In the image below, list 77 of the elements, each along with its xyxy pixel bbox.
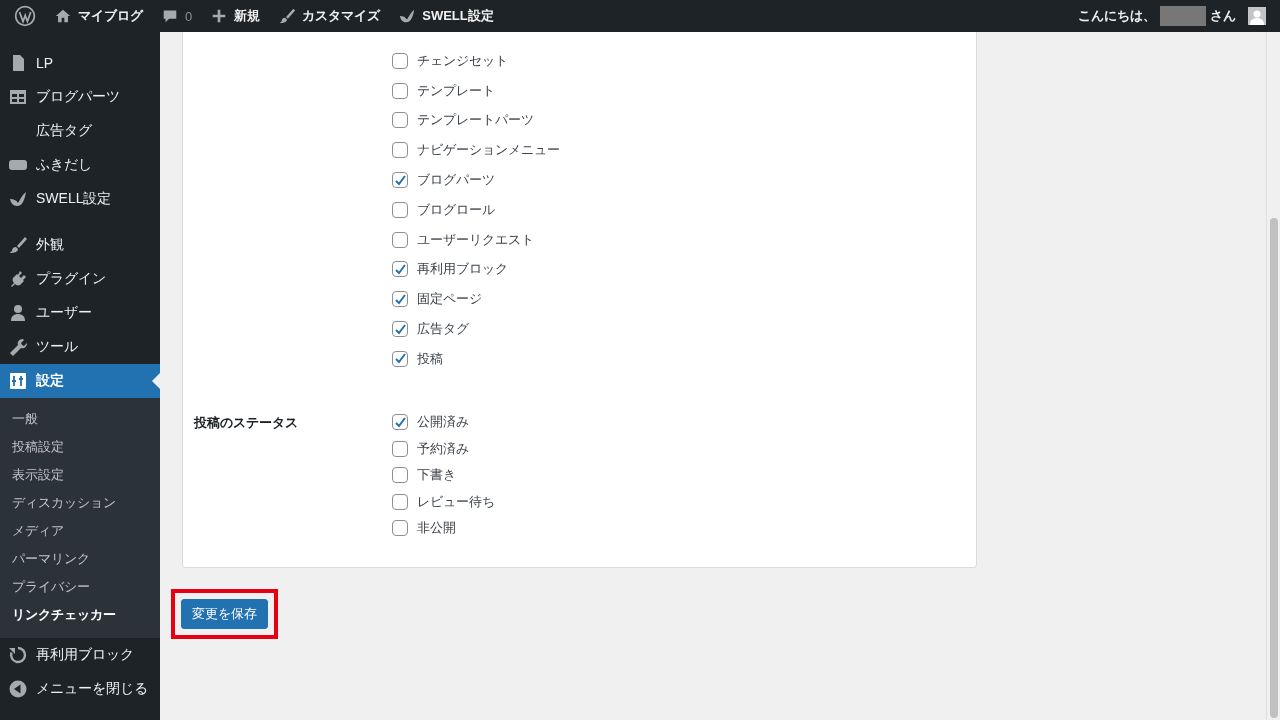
checkbox[interactable] [392, 414, 408, 430]
sidebar-item[interactable]: プラグイン [0, 262, 160, 296]
sidebar-item[interactable]: LP [0, 46, 160, 80]
submenu-item[interactable]: 表示設定 [0, 461, 160, 489]
sidebar-item[interactable]: メニューを閉じる [0, 672, 160, 706]
checkbox[interactable] [392, 172, 408, 189]
checkbox[interactable] [392, 52, 408, 69]
checkbox-label: チェンジセット [417, 51, 508, 70]
checkbox[interactable] [392, 350, 408, 367]
sidebar-item[interactable]: ツール [0, 330, 160, 364]
submenu-item[interactable]: 一般 [0, 405, 160, 433]
wrench-icon [8, 337, 28, 357]
submenu-item[interactable]: プライバシー [0, 573, 160, 601]
sidebar-item[interactable]: SWELL設定 [0, 182, 160, 216]
current-pointer-icon [152, 373, 160, 389]
greeting-suffix: さん [1210, 7, 1236, 25]
table-icon [8, 87, 28, 107]
checkbox-label: 下書き [417, 466, 456, 484]
checkbox[interactable] [392, 467, 408, 483]
leaf-icon [398, 7, 417, 25]
checkbox-label: 非公開 [417, 519, 456, 537]
brush-icon [278, 7, 297, 25]
sliders-icon [8, 371, 28, 391]
checkbox[interactable] [392, 493, 408, 510]
submenu-item[interactable]: リンクチェッカー [0, 601, 160, 629]
checkbox[interactable] [392, 261, 408, 278]
submenu-item[interactable]: ディスカッション [0, 489, 160, 517]
checkbox-label: 固定ページ [417, 290, 482, 309]
sidebar-item[interactable]: 広告タグ [0, 114, 160, 148]
setting-label: 投稿のステータス [194, 414, 298, 430]
submenu-item[interactable]: メディア [0, 517, 160, 545]
sidebar-item[interactable]: 再利用ブロック [0, 638, 160, 672]
redacted-name-block [1160, 6, 1206, 26]
checkbox-label: テンプレートパーツ [417, 111, 534, 130]
sidebar-item[interactable]: ユーザー [0, 296, 160, 330]
checkbox-label: 公開済み [417, 413, 469, 431]
checkbox-label: 再利用ブロック [417, 260, 508, 279]
checkbox[interactable] [392, 321, 408, 338]
submenu-item[interactable]: パーマリンク [0, 545, 160, 573]
toolbar-link[interactable]: SWELL設定 [390, 0, 504, 32]
checkbox[interactable] [392, 231, 408, 248]
toolbar-link[interactable]: 新規 [202, 0, 271, 32]
sidebar-item[interactable]: 外観 [0, 228, 160, 262]
checkbox[interactable] [392, 520, 408, 536]
brush-icon [8, 235, 28, 255]
checkbox-label: 予約済み [417, 439, 469, 458]
avatar-icon[interactable] [1248, 7, 1266, 25]
wordpress-logo-icon [14, 5, 36, 27]
checkbox[interactable] [392, 291, 408, 308]
checkbox-label: 広告タグ [417, 320, 469, 339]
sidebar-item[interactable]: ブログパーツ [0, 80, 160, 114]
user-icon [8, 303, 28, 323]
checkbox-label: ブログロール [417, 200, 495, 219]
checkbox[interactable] [392, 440, 408, 457]
checkbox[interactable] [392, 142, 408, 159]
checkbox-label: 投稿 [417, 349, 443, 368]
collapse-icon [8, 679, 28, 699]
toolbar-link[interactable]: マイブログ [46, 0, 153, 32]
reload-icon [8, 645, 28, 665]
checkbox-label: ナビゲーションメニュー [417, 141, 560, 160]
checkbox-label: ブログパーツ [417, 171, 495, 190]
save-button[interactable]: 変更を保存 [181, 599, 268, 630]
sidebar-item[interactable]: 設定 [0, 364, 160, 398]
toolbar-link[interactable]: 0 [153, 0, 203, 32]
checkbox[interactable] [392, 82, 408, 99]
leaf-icon [8, 189, 28, 209]
checkbox[interactable] [392, 112, 408, 129]
home-icon [54, 7, 72, 25]
checkbox[interactable] [392, 201, 408, 218]
sidebar-item[interactable]: ふきだし [0, 148, 160, 182]
scrollbar-thumb[interactable] [1270, 218, 1278, 718]
checkbox-label: レビュー待ち [417, 492, 495, 511]
submenu-item[interactable]: 投稿設定 [0, 433, 160, 461]
checkbox-label: ユーザーリクエスト [417, 230, 534, 249]
checkbox-label: テンプレート [417, 81, 495, 100]
toolbar-link[interactable]: カスタマイズ [270, 0, 391, 32]
greeting-text: こんにちは、 [1078, 7, 1156, 25]
